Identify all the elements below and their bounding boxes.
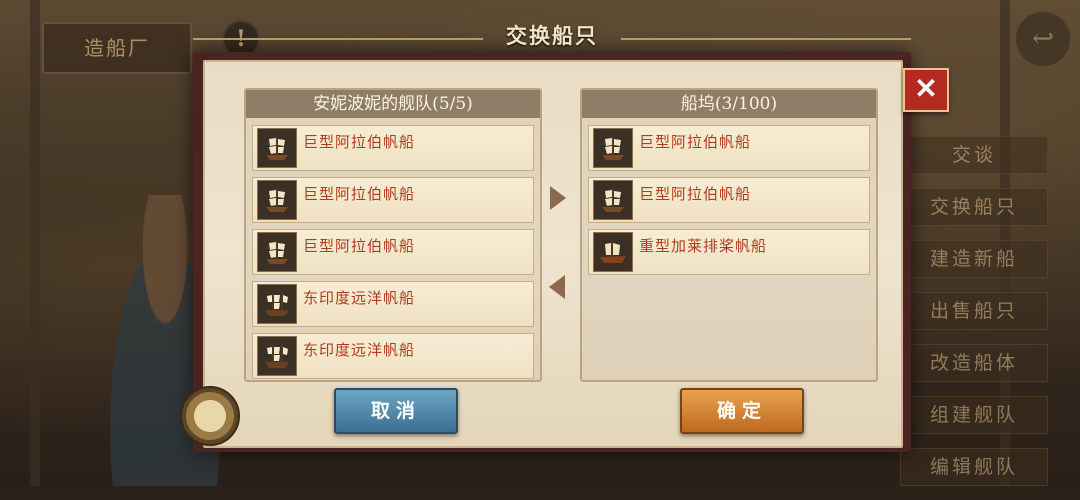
dock-ship-item[interactable]: 巨型阿拉伯帆船 — [588, 125, 870, 171]
side-menu-talk[interactable]: 交谈 — [900, 136, 1048, 174]
side-menu-swap-ships[interactable]: 交换船只 — [900, 188, 1048, 226]
ship-name: 巨型阿拉伯帆船 — [303, 237, 416, 255]
shipyard-tab: 造船厂 — [42, 22, 192, 74]
dialog-title-bar: 交换船只 — [193, 18, 911, 54]
compass-icon — [180, 386, 240, 446]
side-menu-form-fleet[interactable]: 组建舰队 — [900, 396, 1048, 434]
fleet-panel: 安妮波妮的舰队(5/5) 巨型阿拉伯帆船 巨型阿拉伯帆船 巨型阿拉伯帆船 东印度… — [244, 88, 542, 382]
close-button[interactable]: ✕ — [903, 68, 949, 112]
ship-name: 巨型阿拉伯帆船 — [303, 185, 416, 203]
title-ornament-right — [621, 38, 911, 40]
confirm-button[interactable]: 确定 — [680, 388, 804, 434]
dock-ship-item[interactable]: 重型加莱排桨帆船 — [588, 229, 870, 275]
fleet-panel-header: 安妮波妮的舰队(5/5) — [246, 90, 540, 118]
fleet-ship-item[interactable]: 东印度远洋帆船 — [252, 281, 534, 327]
galleon-icon — [593, 180, 633, 220]
fleet-ship-item[interactable]: 巨型阿拉伯帆船 — [252, 177, 534, 223]
east-indiaman-icon — [257, 284, 297, 324]
title-ornament-left — [193, 38, 483, 40]
dock-panel-header: 船坞(3/100) — [582, 90, 876, 118]
dialog-title: 交换船只 — [506, 23, 598, 48]
side-menu-sell-ship[interactable]: 出售船只 — [900, 292, 1048, 330]
mast-pole — [30, 0, 40, 486]
dock-ship-item[interactable]: 巨型阿拉伯帆船 — [588, 177, 870, 223]
dock-ship-list: 巨型阿拉伯帆船 巨型阿拉伯帆船 重型加莱排桨帆船 — [582, 118, 876, 285]
ship-name: 巨型阿拉伯帆船 — [639, 185, 752, 203]
fleet-ship-list: 巨型阿拉伯帆船 巨型阿拉伯帆船 巨型阿拉伯帆船 东印度远洋帆船 东印度远洋帆船 — [246, 118, 540, 389]
dock-panel: 船坞(3/100) 巨型阿拉伯帆船 巨型阿拉伯帆船 重型加莱排桨帆船 — [580, 88, 878, 382]
ship-name: 巨型阿拉伯帆船 — [303, 133, 416, 151]
galleon-icon — [257, 232, 297, 272]
cancel-button[interactable]: 取消 — [334, 388, 458, 434]
move-to-fleet-arrow-icon[interactable] — [549, 275, 565, 299]
ship-name: 东印度远洋帆船 — [303, 341, 416, 359]
ship-name: 巨型阿拉伯帆船 — [639, 133, 752, 151]
galleon-icon — [257, 128, 297, 168]
galleon-icon — [593, 128, 633, 168]
side-menu: 交谈 交换船只 建造新船 出售船只 改造船体 组建舰队 编辑舰队 — [900, 136, 1048, 500]
ship-name: 东印度远洋帆船 — [303, 289, 416, 307]
galleon-icon — [257, 180, 297, 220]
move-to-dock-arrow-icon[interactable] — [550, 186, 566, 210]
fleet-ship-item[interactable]: 东印度远洋帆船 — [252, 333, 534, 379]
fleet-ship-item[interactable]: 巨型阿拉伯帆船 — [252, 125, 534, 171]
side-menu-refit-hull[interactable]: 改造船体 — [900, 344, 1048, 382]
side-menu-edit-fleet[interactable]: 编辑舰队 — [900, 448, 1048, 486]
ship-name: 重型加莱排桨帆船 — [639, 237, 768, 255]
fleet-ship-item[interactable]: 巨型阿拉伯帆船 — [252, 229, 534, 275]
back-icon[interactable]: ↩ — [1014, 10, 1072, 68]
galley-icon — [593, 232, 633, 272]
east-indiaman-icon — [257, 336, 297, 376]
side-menu-build-ship[interactable]: 建造新船 — [900, 240, 1048, 278]
